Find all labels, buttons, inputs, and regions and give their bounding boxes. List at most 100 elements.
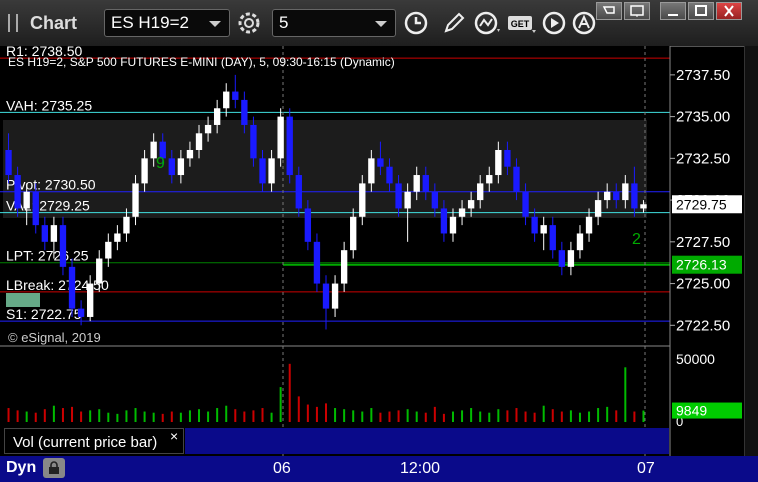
- volume-bar: [161, 413, 164, 422]
- maximize-icon[interactable]: [688, 2, 714, 20]
- volume-bar: [89, 410, 92, 422]
- right-scroll-strip[interactable]: [744, 46, 758, 456]
- volume-bar: [415, 411, 418, 422]
- pin-icon[interactable]: [596, 2, 622, 20]
- candle-body: [68, 266, 76, 309]
- volume-bar: [533, 412, 536, 422]
- volume-bar: [479, 411, 482, 422]
- candle-body: [576, 233, 584, 251]
- symbol-value: ES H19=2: [111, 13, 189, 32]
- drag-grip-icon[interactable]: [8, 14, 18, 32]
- level-label: LBreak: 2724.50: [6, 277, 109, 293]
- volume-bar: [152, 412, 155, 422]
- price-tick-label: 2727.50: [676, 234, 730, 251]
- candle-body: [141, 158, 148, 184]
- volume-bar: [261, 408, 264, 422]
- green-level-label: 2726.13: [676, 257, 727, 273]
- candle-body: [295, 175, 302, 209]
- candle-body: [259, 158, 266, 184]
- price-tick-label: 2732.50: [676, 150, 730, 167]
- candle-body: [96, 258, 103, 284]
- candle-body: [105, 241, 112, 259]
- candle-body: [540, 225, 547, 234]
- volume-bar: [361, 411, 364, 422]
- candle-body: [422, 175, 429, 192]
- volume-bar: [98, 409, 101, 422]
- restore-icon[interactable]: [624, 2, 650, 20]
- time-tick: 12:00: [400, 460, 441, 477]
- time-tick: 06: [273, 460, 291, 477]
- candle-body: [168, 158, 175, 176]
- candle-body: [322, 283, 330, 309]
- volume-bar: [597, 408, 600, 422]
- candle-body: [304, 208, 312, 242]
- candle-body: [567, 250, 575, 267]
- chart-header: ES H19=2, S&P 500 FUTURES E-MINI (DAY), …: [8, 55, 395, 69]
- volume-bar: [279, 387, 282, 422]
- value-area-band: [3, 120, 647, 218]
- price-tick-label: 2725.00: [676, 276, 730, 293]
- volume-bar: [470, 408, 473, 422]
- candle-body: [5, 150, 12, 176]
- volume-bar: [207, 411, 210, 422]
- volume-bar: [424, 412, 427, 422]
- candle-body: [213, 108, 221, 125]
- volume-bar: [379, 412, 382, 422]
- chart-titlebar: Chart ES H19=2 5 GET: [0, 0, 758, 47]
- volume-bar: [34, 412, 37, 422]
- candle-body: [513, 166, 520, 192]
- candle-body: [331, 283, 339, 309]
- minimize-icon[interactable]: [660, 2, 686, 20]
- volume-bar: [234, 409, 237, 422]
- candle-body: [631, 183, 638, 209]
- volume-bar: [43, 409, 46, 422]
- candle-body: [204, 124, 212, 134]
- volume-bar: [461, 410, 464, 422]
- volume-tick-label: 50000: [676, 351, 715, 367]
- volume-bar: [388, 411, 391, 422]
- candle-body: [123, 216, 130, 234]
- interval-select[interactable]: 5: [272, 9, 396, 37]
- get-icon[interactable]: GET: [506, 9, 538, 37]
- volume-bar: [488, 412, 491, 422]
- volume-bar: [642, 410, 645, 422]
- settings-gear-icon[interactable]: [233, 9, 265, 37]
- clock-icon[interactable]: [400, 9, 432, 37]
- close-icon[interactable]: [716, 2, 742, 20]
- candle-body: [41, 225, 48, 242]
- pencil-icon[interactable]: [438, 9, 470, 37]
- candle-body: [177, 158, 185, 176]
- re-badge: [6, 293, 40, 307]
- candle-body: [558, 250, 566, 267]
- volume-tab-strip: [185, 428, 669, 454]
- candle-body: [32, 191, 39, 226]
- chevron-down-icon: [209, 21, 221, 27]
- volume-bar: [352, 410, 355, 422]
- study-icon[interactable]: [472, 9, 504, 37]
- candle-body: [522, 191, 529, 217]
- symbol-select[interactable]: ES H19=2: [104, 9, 230, 37]
- price-chart[interactable]: R1: 2738.50VAH: 2735.25Pivot: 2730.50VAL…: [0, 46, 758, 456]
- volume-tab[interactable]: Vol (current price bar): [4, 428, 184, 454]
- volume-bar: [624, 367, 627, 422]
- volume-bar: [297, 396, 300, 422]
- volume-bar: [198, 409, 201, 422]
- volume-bar: [170, 411, 173, 422]
- candle-body: [132, 183, 139, 217]
- price-tick-label: 2735.00: [676, 109, 730, 126]
- candle-body: [223, 91, 230, 109]
- volume-bar: [560, 411, 563, 422]
- copyright-watermark: © eSignal, 2019: [8, 330, 101, 345]
- dynamic-label[interactable]: Dyn: [6, 459, 36, 477]
- candle-body: [622, 183, 629, 201]
- candle-body: [395, 183, 402, 209]
- close-icon[interactable]: ×: [170, 428, 178, 444]
- volume-bar: [578, 412, 581, 422]
- candle-body: [467, 200, 475, 209]
- volume-last-label: 9849: [676, 403, 707, 419]
- play-icon[interactable]: [538, 9, 570, 37]
- volume-bar: [143, 411, 146, 422]
- lock-icon[interactable]: [43, 458, 65, 478]
- volume-bar: [370, 408, 373, 422]
- candle-body: [77, 308, 85, 317]
